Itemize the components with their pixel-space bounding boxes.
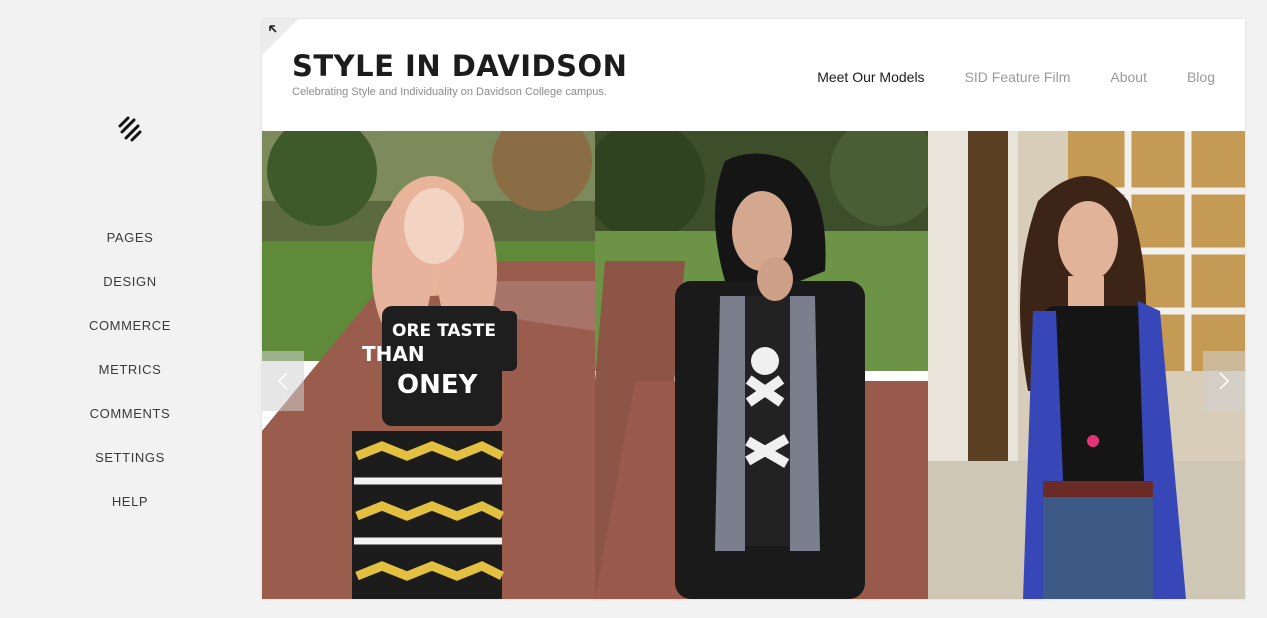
sidebar-item-design[interactable]: DESIGN [0, 270, 260, 314]
sidebar-item-help[interactable]: HELP [0, 490, 260, 534]
sidebar-item-commerce[interactable]: COMMERCE [0, 314, 260, 358]
gallery-slide-3[interactable] [928, 131, 1245, 599]
site-tagline: Celebrating Style and Individuality on D… [292, 86, 607, 98]
shirt-text-3: ONEY [397, 370, 479, 400]
site-nav: Meet Our Models SID Feature Film About Blog [777, 69, 1215, 87]
site-title[interactable]: STYLE IN DAVIDSON [292, 49, 627, 83]
nav-link-meet-our-models[interactable]: Meet Our Models [817, 69, 924, 85]
gallery-slide-2[interactable] [595, 131, 928, 599]
gallery-next-button[interactable] [1203, 351, 1245, 411]
nav-link-sid-feature-film[interactable]: SID Feature Film [965, 69, 1071, 85]
nav-link-blog[interactable]: Blog [1187, 69, 1215, 85]
chevron-left-icon [277, 372, 288, 390]
model-photo-1: ORE TASTE THAN ONEY [262, 131, 595, 599]
chevron-right-icon [1219, 372, 1230, 390]
photo-gallery: ORE TASTE THAN ONEY [262, 131, 1245, 599]
squarespace-logo-icon[interactable] [116, 116, 144, 142]
site-header: STYLE IN DAVIDSON Celebrating Style and … [262, 19, 1245, 131]
admin-sidebar: PAGES DESIGN COMMERCE METRICS COMMENTS S… [0, 0, 260, 618]
admin-nav: PAGES DESIGN COMMERCE METRICS COMMENTS S… [0, 226, 260, 534]
model-photo-2 [595, 131, 928, 599]
model-photo-3 [928, 131, 1245, 599]
collapse-arrow-icon[interactable] [267, 23, 281, 37]
sidebar-item-metrics[interactable]: METRICS [0, 358, 260, 402]
nav-link-about[interactable]: About [1110, 69, 1147, 85]
gallery-prev-button[interactable] [262, 351, 304, 411]
shirt-text-1: ORE TASTE [392, 321, 496, 341]
sidebar-item-settings[interactable]: SETTINGS [0, 446, 260, 490]
shirt-text-2: THAN [362, 342, 425, 366]
gallery-slide-1[interactable]: ORE TASTE THAN ONEY [262, 131, 595, 599]
sidebar-item-comments[interactable]: COMMENTS [0, 402, 260, 446]
site-preview-frame: STYLE IN DAVIDSON Celebrating Style and … [262, 19, 1245, 599]
sidebar-item-pages[interactable]: PAGES [0, 226, 260, 270]
